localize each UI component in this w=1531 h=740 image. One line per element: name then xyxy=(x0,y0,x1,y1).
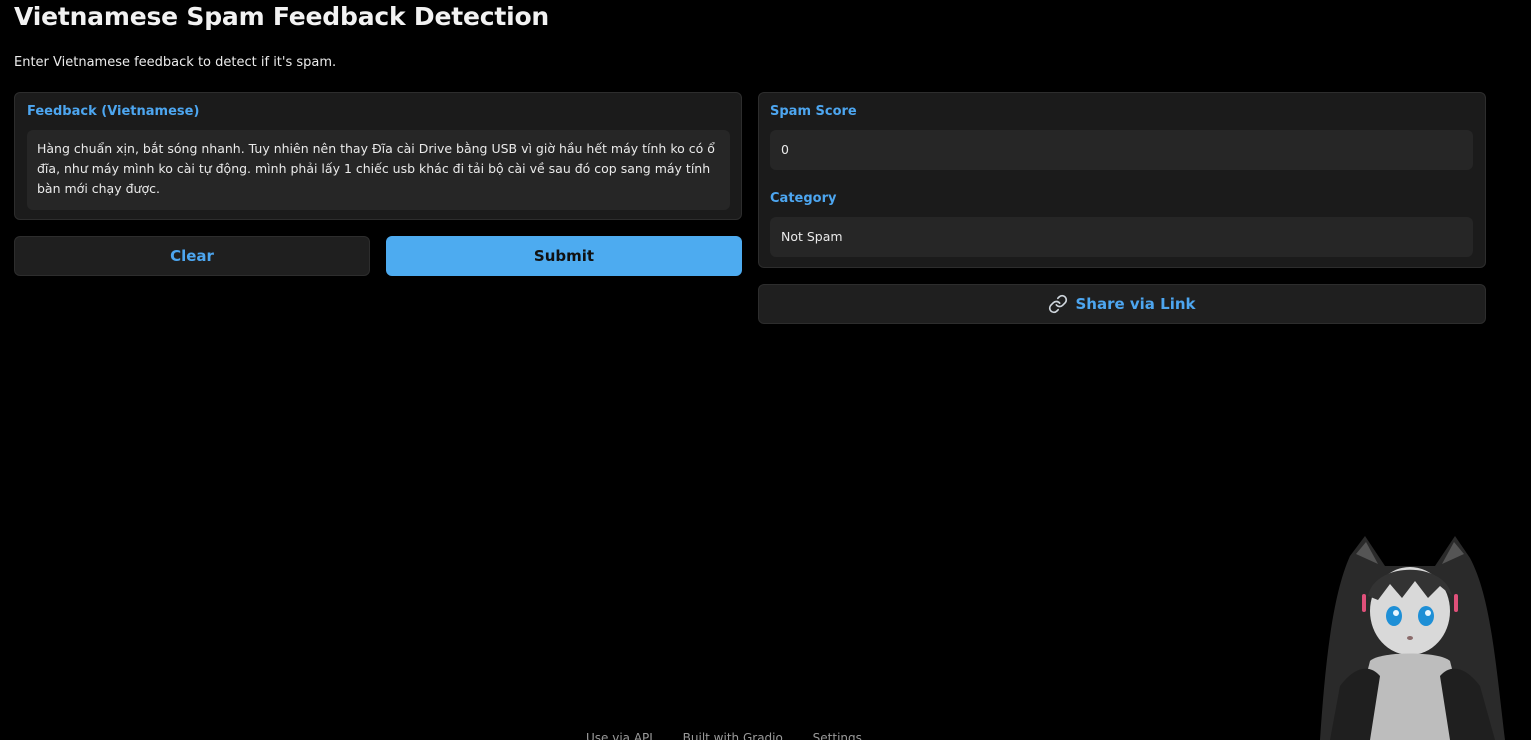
spam-score-label: Spam Score xyxy=(770,104,857,119)
feedback-panel: Feedback (Vietnamese) Hàng chuẩn xịn, bắ… xyxy=(14,92,742,220)
feedback-textarea[interactable]: Hàng chuẩn xịn, bắt sóng nhanh. Tuy nhiê… xyxy=(27,130,730,210)
clear-button[interactable]: Clear xyxy=(14,236,370,276)
spam-score-field[interactable]: 0 xyxy=(770,130,1473,170)
share-button[interactable]: Share via Link xyxy=(758,284,1486,324)
submit-button[interactable]: Submit xyxy=(386,236,742,276)
share-button-label: Share via Link xyxy=(1075,295,1196,313)
mascot-avatar xyxy=(1310,536,1510,740)
footer-api-link[interactable]: Use via API xyxy=(586,731,653,740)
app-page: Vietnamese Spam Feedback Detection Enter… xyxy=(0,0,1531,740)
category-field[interactable]: Not Spam xyxy=(770,217,1473,257)
feedback-label: Feedback (Vietnamese) xyxy=(27,104,200,119)
page-title: Vietnamese Spam Feedback Detection xyxy=(14,2,550,31)
footer: Use via API Built with Gradio Settings xyxy=(586,731,888,740)
page-description: Enter Vietnamese feedback to detect if i… xyxy=(14,55,337,70)
output-panel: Spam Score 0 Category Not Spam xyxy=(758,92,1486,268)
link-icon xyxy=(1048,294,1068,314)
footer-settings-link[interactable]: Settings xyxy=(813,731,862,740)
footer-built-link[interactable]: Built with Gradio xyxy=(683,731,783,740)
category-label: Category xyxy=(770,191,837,206)
